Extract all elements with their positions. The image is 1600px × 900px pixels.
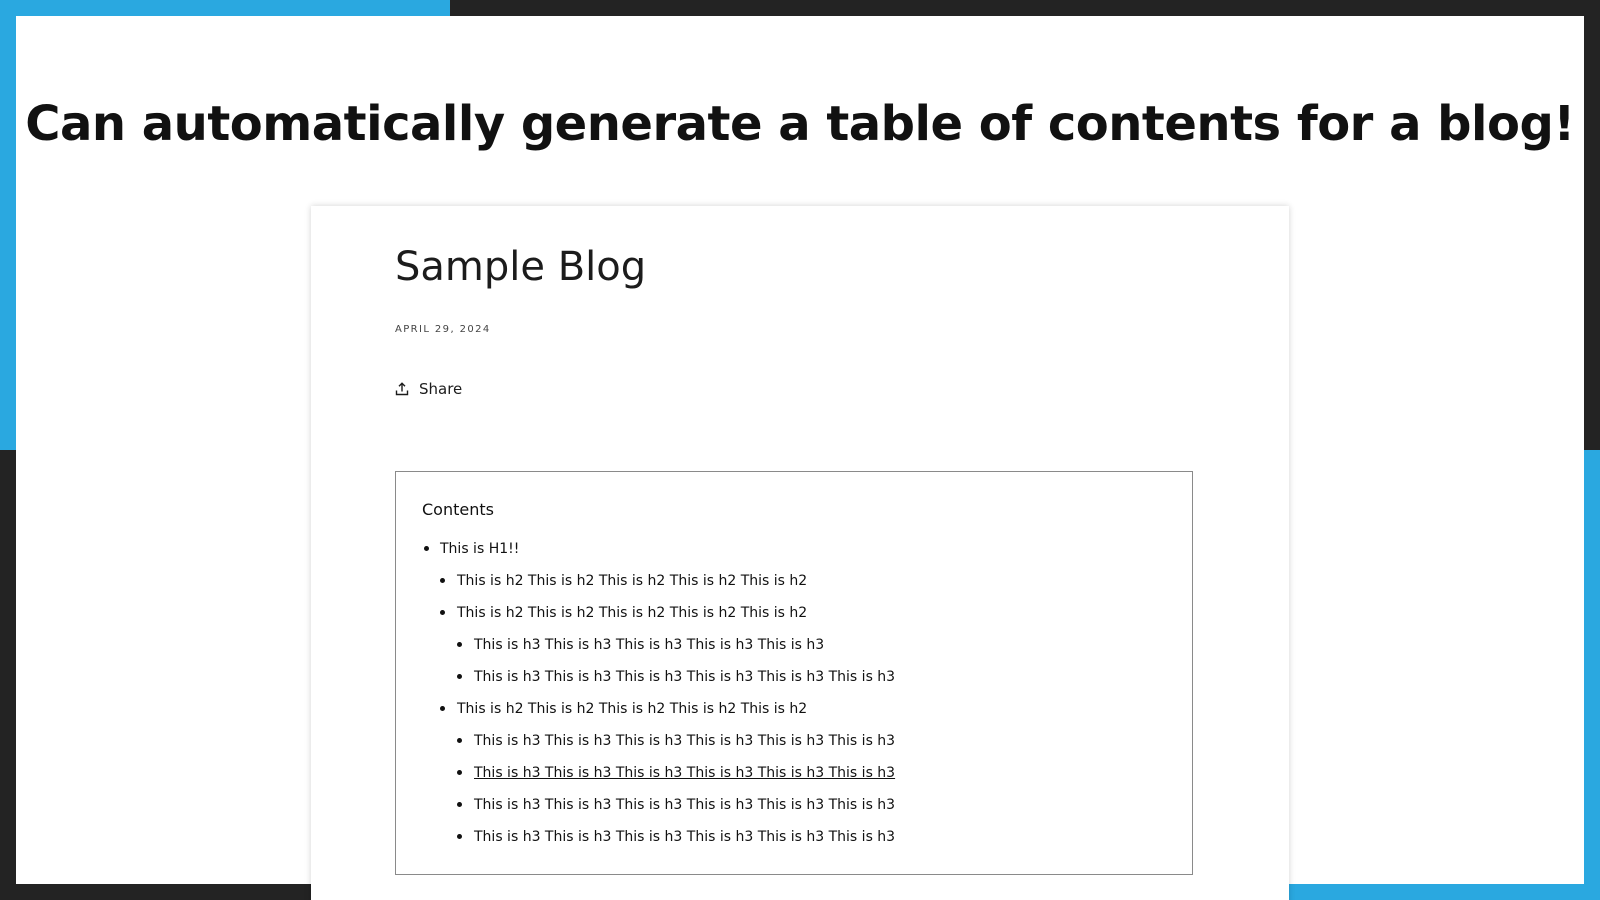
toc-link[interactable]: This is h3 This is h3 This is h3 This is… <box>474 765 895 781</box>
table-of-contents: Contents This is H1!! This is h2 This is … <box>395 471 1193 875</box>
toc-item-h2: This is h2 This is h2 This is h2 This is… <box>422 565 1166 597</box>
toc-item-h2: This is h2 This is h2 This is h2 This is… <box>422 597 1166 629</box>
blog-date: APRIL 29, 2024 <box>395 324 491 335</box>
toc-item-h3: This is h3 This is h3 This is h3 This is… <box>422 789 1166 821</box>
toc-link[interactable]: This is h2 This is h2 This is h2 This is… <box>457 605 807 621</box>
toc-link[interactable]: This is h2 This is h2 This is h2 This is… <box>457 573 807 589</box>
share-button[interactable]: Share <box>395 380 462 398</box>
toc-heading: Contents <box>422 500 494 519</box>
share-label: Share <box>419 380 463 398</box>
toc-link[interactable]: This is h3 This is h3 This is h3 This is… <box>474 669 895 685</box>
toc-link[interactable]: This is H1!! <box>440 541 519 557</box>
toc-link[interactable]: This is h3 This is h3 This is h3 This is… <box>474 829 895 845</box>
toc-item-h1: This is H1!! <box>422 533 1166 565</box>
frame-blue-accent-left <box>0 0 16 450</box>
frame-blue-accent-right <box>1584 450 1600 900</box>
toc-item-h3: This is h3 This is h3 This is h3 This is… <box>422 725 1166 757</box>
toc-link[interactable]: This is h2 This is h2 This is h2 This is… <box>457 701 807 717</box>
toc-link[interactable]: This is h3 This is h3 This is h3 This is… <box>474 637 824 653</box>
toc-item-h3: This is h3 This is h3 This is h3 This is… <box>422 661 1166 693</box>
blog-title: Sample Blog <box>395 244 647 290</box>
toc-item-h3: This is h3 This is h3 This is h3 This is… <box>422 757 1166 789</box>
toc-item-h3: This is h3 This is h3 This is h3 This is… <box>422 629 1166 661</box>
share-upload-icon <box>395 382 409 396</box>
frame-blue-accent-top-left <box>0 0 450 16</box>
slide-headline: Can automatically generate a table of co… <box>25 96 1575 152</box>
toc-item-h2: This is h2 This is h2 This is h2 This is… <box>422 693 1166 725</box>
slide-canvas: Can automatically generate a table of co… <box>16 16 1584 900</box>
toc-link[interactable]: This is h3 This is h3 This is h3 This is… <box>474 797 895 813</box>
toc-link[interactable]: This is h3 This is h3 This is h3 This is… <box>474 733 895 749</box>
toc-item-h3: This is h3 This is h3 This is h3 This is… <box>422 821 1166 853</box>
toc-list: This is H1!! This is h2 This is h2 This i… <box>422 533 1166 853</box>
blog-preview-card: Sample Blog APRIL 29, 2024 Share Content… <box>311 206 1289 900</box>
